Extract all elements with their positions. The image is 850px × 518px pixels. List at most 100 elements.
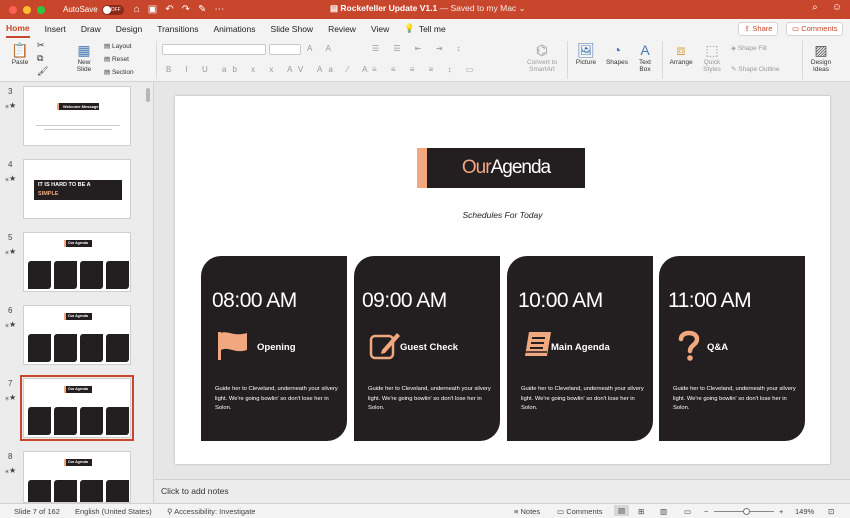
- convert-smartart-button[interactable]: ⌬ Convert to SmartArt: [522, 42, 562, 73]
- layout-button[interactable]: ▤ Layout: [104, 42, 132, 50]
- slide-thumbnail-3[interactable]: Welcome Message: [23, 86, 131, 146]
- notes-toggle-button[interactable]: ≡ Notes: [514, 507, 540, 516]
- panel-scrollbar[interactable]: [146, 88, 150, 102]
- picture-label: Picture: [575, 59, 597, 66]
- slide[interactable]: OurAgenda Schedules For Today 08:00 AM O…: [175, 96, 830, 464]
- notes-pane[interactable]: Click to add notes: [155, 479, 850, 503]
- close-window-button[interactable]: [9, 5, 17, 14]
- section-button[interactable]: ▤ Section: [104, 68, 134, 76]
- font-size-field[interactable]: [269, 44, 301, 55]
- status-bar: Slide 7 of 162 English (United States) ⚲…: [0, 503, 850, 518]
- normal-view-icon[interactable]: ▤: [614, 505, 630, 516]
- tab-animations[interactable]: Animations: [213, 21, 255, 37]
- share-button[interactable]: ⇪ Share: [738, 22, 779, 36]
- shapes-button[interactable]: ◔ Shapes: [603, 42, 631, 66]
- zoom-in-icon[interactable]: +: [779, 507, 783, 516]
- animation-star-icon: ⁎★: [5, 393, 17, 402]
- autosave-switch[interactable]: OFF: [101, 4, 124, 15]
- home-icon[interactable]: ⌂: [134, 4, 140, 15]
- paste-button[interactable]: 📋 Paste: [8, 42, 32, 66]
- zoom-slider-handle[interactable]: [743, 508, 750, 515]
- zoom-out-icon[interactable]: −: [704, 507, 708, 516]
- autosave-toggle[interactable]: AutoSave OFF: [63, 4, 124, 15]
- agenda-card[interactable]: 08:00 AM Opening Guide her to Cleveland,…: [201, 256, 347, 441]
- slide-show-icon[interactable]: ▭: [684, 507, 691, 516]
- slide-thumbnail-5[interactable]: Our Agenda: [23, 232, 131, 292]
- card-label: Guest Check: [400, 342, 459, 353]
- reading-view-icon[interactable]: ▥: [660, 507, 667, 516]
- tab-insert[interactable]: Insert: [45, 21, 66, 37]
- tab-home[interactable]: Home: [6, 20, 30, 38]
- thumb-card: [28, 334, 51, 362]
- tell-me-search[interactable]: 💡 Tell me: [404, 20, 446, 37]
- shape-outline-button[interactable]: ✎ Shape Outline: [731, 65, 779, 73]
- save-icon[interactable]: ▣: [148, 4, 157, 15]
- card-label: Opening: [257, 342, 296, 353]
- share-label: Share: [752, 24, 773, 33]
- search-icon[interactable]: ⌕: [812, 2, 818, 13]
- agenda-card[interactable]: 10:00 AM Main Agenda Guide her to Clevel…: [507, 256, 653, 441]
- tab-design[interactable]: Design: [116, 21, 142, 37]
- slide-title[interactable]: OurAgenda: [427, 148, 585, 188]
- slide-thumbnail-panel[interactable]: 3 ⁎★ Welcome Message 4 ⁎★ IT IS HARD TO …: [0, 83, 154, 503]
- slide-number: 4: [8, 160, 13, 169]
- accessibility-button[interactable]: ⚲ Accessibility: Investigate: [167, 507, 255, 516]
- customize-icon[interactable]: ✎: [198, 4, 206, 15]
- edit-note-icon: [369, 333, 400, 360]
- more-icon[interactable]: ⋯: [214, 4, 224, 15]
- quick-styles-button[interactable]: ⬚ Quick Styles: [699, 42, 725, 73]
- minimize-window-button[interactable]: [23, 5, 31, 14]
- font-name-field[interactable]: [162, 44, 266, 55]
- section-label: Section: [111, 69, 134, 76]
- tell-me-label: Tell me: [418, 23, 446, 34]
- save-status[interactable]: — Saved to my Mac ⌄: [440, 3, 526, 13]
- account-icon[interactable]: ☺: [832, 2, 842, 13]
- new-slide-button[interactable]: ▦ New Slide: [70, 42, 98, 73]
- document-title: ▤ Rockefeller Update V1.1 — Saved to my …: [330, 3, 526, 14]
- tab-draw[interactable]: Draw: [81, 21, 101, 37]
- zoom-level[interactable]: 149%: [795, 507, 814, 516]
- agenda-card[interactable]: 11:00 AM Q&A Guide her to Cleveland, und…: [659, 256, 805, 441]
- slide-thumbnail-8[interactable]: Our Agenda: [23, 451, 131, 503]
- document-name: Rockefeller Update V1.1: [340, 3, 438, 13]
- redo-icon[interactable]: ↷: [182, 4, 190, 15]
- ribbon-home: 📋 Paste ✂ ⧉ 🖌 ▦ New Slide ▤ Layout ▤ Res…: [0, 38, 850, 82]
- fit-to-window-icon[interactable]: ⊡: [828, 507, 834, 516]
- tab-slide-show[interactable]: Slide Show: [271, 21, 314, 37]
- tab-transitions[interactable]: Transitions: [157, 21, 198, 37]
- thumb-title: Our Agenda: [68, 241, 88, 245]
- tab-review[interactable]: Review: [328, 21, 356, 37]
- comments-button[interactable]: ▭ Comments: [786, 22, 844, 36]
- slide-thumbnail-6[interactable]: Our Agenda: [23, 305, 131, 365]
- alignment-controls[interactable]: ≡ ≡ ≡ ≡ ↕ ▭: [372, 65, 479, 74]
- slide-number: 3: [8, 87, 13, 96]
- design-ideas-button[interactable]: ▨ Design Ideas: [807, 42, 835, 73]
- agenda-card[interactable]: 09:00 AM Guest Check Guide her to Clevel…: [354, 256, 500, 441]
- copy-icon[interactable]: ⧉: [37, 53, 43, 64]
- slide-subtitle[interactable]: Schedules For Today: [175, 210, 830, 220]
- format-painter-icon[interactable]: 🖌: [37, 66, 48, 77]
- arrange-button[interactable]: ⧈ Arrange: [667, 42, 695, 66]
- slide-sorter-icon[interactable]: ⊞: [638, 507, 644, 516]
- maximize-window-button[interactable]: [37, 5, 45, 14]
- thumb-card: [54, 261, 77, 289]
- slide-thumbnail-7[interactable]: Our Agenda: [20, 375, 134, 441]
- shape-fill-button[interactable]: ◈ Shape Fill: [731, 44, 767, 52]
- cut-icon[interactable]: ✂: [37, 40, 45, 51]
- animation-star-icon: ⁎★: [5, 101, 17, 110]
- font-size-controls[interactable]: A A: [307, 44, 337, 53]
- picture-button[interactable]: 🖼 Picture: [572, 42, 600, 66]
- text-box-button[interactable]: A Text Box: [634, 42, 656, 73]
- reset-button[interactable]: ▤ Reset: [104, 55, 129, 63]
- font-format-controls[interactable]: B I U ab x x AV Aa ⁄ A: [166, 65, 373, 74]
- undo-icon[interactable]: ↶: [165, 4, 173, 15]
- slide-thumbnail-4[interactable]: IT IS HARD TO BE A SIMPLE: [23, 159, 131, 219]
- picture-icon: 🖼: [577, 42, 595, 58]
- language-indicator[interactable]: English (United States): [75, 507, 152, 516]
- thumb-card: [54, 334, 77, 362]
- slide-editor-canvas[interactable]: OurAgenda Schedules For Today 08:00 AM O…: [155, 83, 850, 479]
- comments-toggle-button[interactable]: ▭ Comments: [557, 507, 602, 516]
- list-controls[interactable]: ☰ ☰ ⇤ ⇥ ↕: [372, 44, 467, 53]
- tab-view[interactable]: View: [371, 21, 389, 37]
- animation-star-icon: ⁎★: [5, 466, 17, 475]
